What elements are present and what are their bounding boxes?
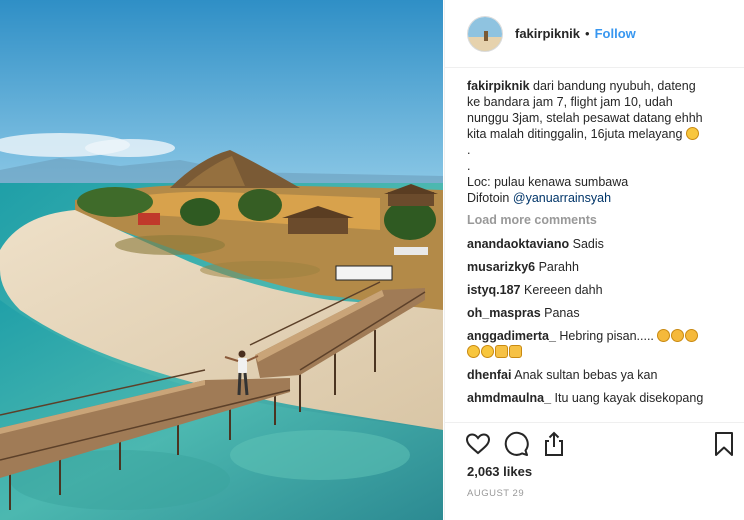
caption-line-3: nunggu 3jam, stelah pesawat datang ehhh xyxy=(467,111,703,125)
caption-line-4-wrap: kita malah ditinggalin, 16juta melayang xyxy=(467,126,729,142)
post-caption: fakirpiknik dari bandung nyubuh, dateng … xyxy=(467,78,729,206)
post-header: fakirpiknik • Follow xyxy=(445,0,744,68)
comment-emoji-line xyxy=(467,344,729,360)
likes-count[interactable]: 2,063 likes xyxy=(467,464,532,479)
comment-username[interactable]: anggadimerta_ xyxy=(467,329,556,343)
comment-username[interactable]: ahmdmaulna_ xyxy=(467,391,551,405)
comment-text: Itu uang kayak disekopang xyxy=(554,391,704,405)
comment-username[interactable]: dhenfai xyxy=(467,368,511,382)
comment-text: Sadis xyxy=(572,237,604,251)
post-actions: 2,063 likes AUGUST 29 xyxy=(445,422,744,520)
caption-line-4: kita malah ditinggalin, 16juta melayang xyxy=(467,127,683,141)
thumbs-up-emoji-icon xyxy=(495,345,508,358)
share-icon[interactable] xyxy=(541,431,567,457)
avatar[interactable] xyxy=(467,15,503,52)
comment-item: anggadimerta_ Hebring pisan..... xyxy=(467,328,729,360)
caption-credit: Difotoin @yanuarrainsyah xyxy=(467,190,729,206)
thumbs-up-emoji-icon xyxy=(509,345,522,358)
comment-text: Panas xyxy=(544,306,580,320)
comment-text: Kereeen dahh xyxy=(524,283,603,297)
caption-dot-2: . xyxy=(467,159,471,173)
beach-pier-photo xyxy=(0,0,443,520)
comment-username[interactable]: oh_maspras xyxy=(467,306,541,320)
comment-text: Hebring pisan..... xyxy=(559,329,654,343)
post-username[interactable]: fakirpiknik xyxy=(515,26,580,41)
caption-dot-1: . xyxy=(467,143,471,157)
follow-button[interactable]: Follow xyxy=(595,26,636,41)
comment-username[interactable]: anandaoktaviano xyxy=(467,237,569,251)
post-date: AUGUST 29 xyxy=(467,488,525,499)
comment-item: anandaoktaviano Sadis xyxy=(467,236,729,252)
grin-emoji-icon xyxy=(467,345,480,358)
clap-emoji-icon xyxy=(685,329,699,342)
comment-item: musarizky6 Parahh xyxy=(467,259,729,275)
clap-emoji-icon xyxy=(671,329,685,342)
comment-text: Parahh xyxy=(538,260,579,274)
comment-username[interactable]: musarizky6 xyxy=(467,260,535,274)
comments-section[interactable]: fakirpiknik dari bandung nyubuh, dateng … xyxy=(467,78,729,420)
comment-icon[interactable] xyxy=(503,431,529,457)
caption-line-1: dari bandung nyubuh, dateng xyxy=(533,79,696,93)
avatar-image xyxy=(468,16,502,51)
comment-text: Anak sultan bebas ya kan xyxy=(514,368,658,382)
comment-item: istyq.187 Kereeen dahh xyxy=(467,282,729,298)
action-icons-row xyxy=(465,431,735,457)
post-side-panel: fakirpiknik • Follow fakirpiknik dari ba… xyxy=(444,0,744,520)
comment-item: dhenfai Anak sultan bebas ya kan xyxy=(467,367,729,383)
post-photo[interactable] xyxy=(0,0,443,520)
caption-username[interactable]: fakirpiknik xyxy=(467,79,530,93)
comment-item: oh_maspras Panas xyxy=(467,305,729,321)
sweat-smile-emoji-icon xyxy=(685,127,699,140)
caption-mention-link[interactable]: @yanuarrainsyah xyxy=(513,191,611,205)
caption-line-2: ke bandara jam 7, flight jam 10, udah xyxy=(467,95,673,109)
comment-username[interactable]: istyq.187 xyxy=(467,283,521,297)
grin-emoji-icon xyxy=(481,345,494,358)
comment-item: ahmdmaulna_ Itu uang kayak disekopang xyxy=(467,390,729,406)
load-more-comments-button[interactable]: Load more comments xyxy=(467,212,729,228)
header-separator: • xyxy=(585,26,590,41)
caption-photo-by: Difotoin xyxy=(467,191,510,205)
heart-icon[interactable] xyxy=(465,431,491,457)
clap-emoji-icon xyxy=(657,329,671,342)
bookmark-icon[interactable] xyxy=(711,431,737,457)
caption-location: Loc: pulau kenawa sumbawa xyxy=(467,175,629,189)
